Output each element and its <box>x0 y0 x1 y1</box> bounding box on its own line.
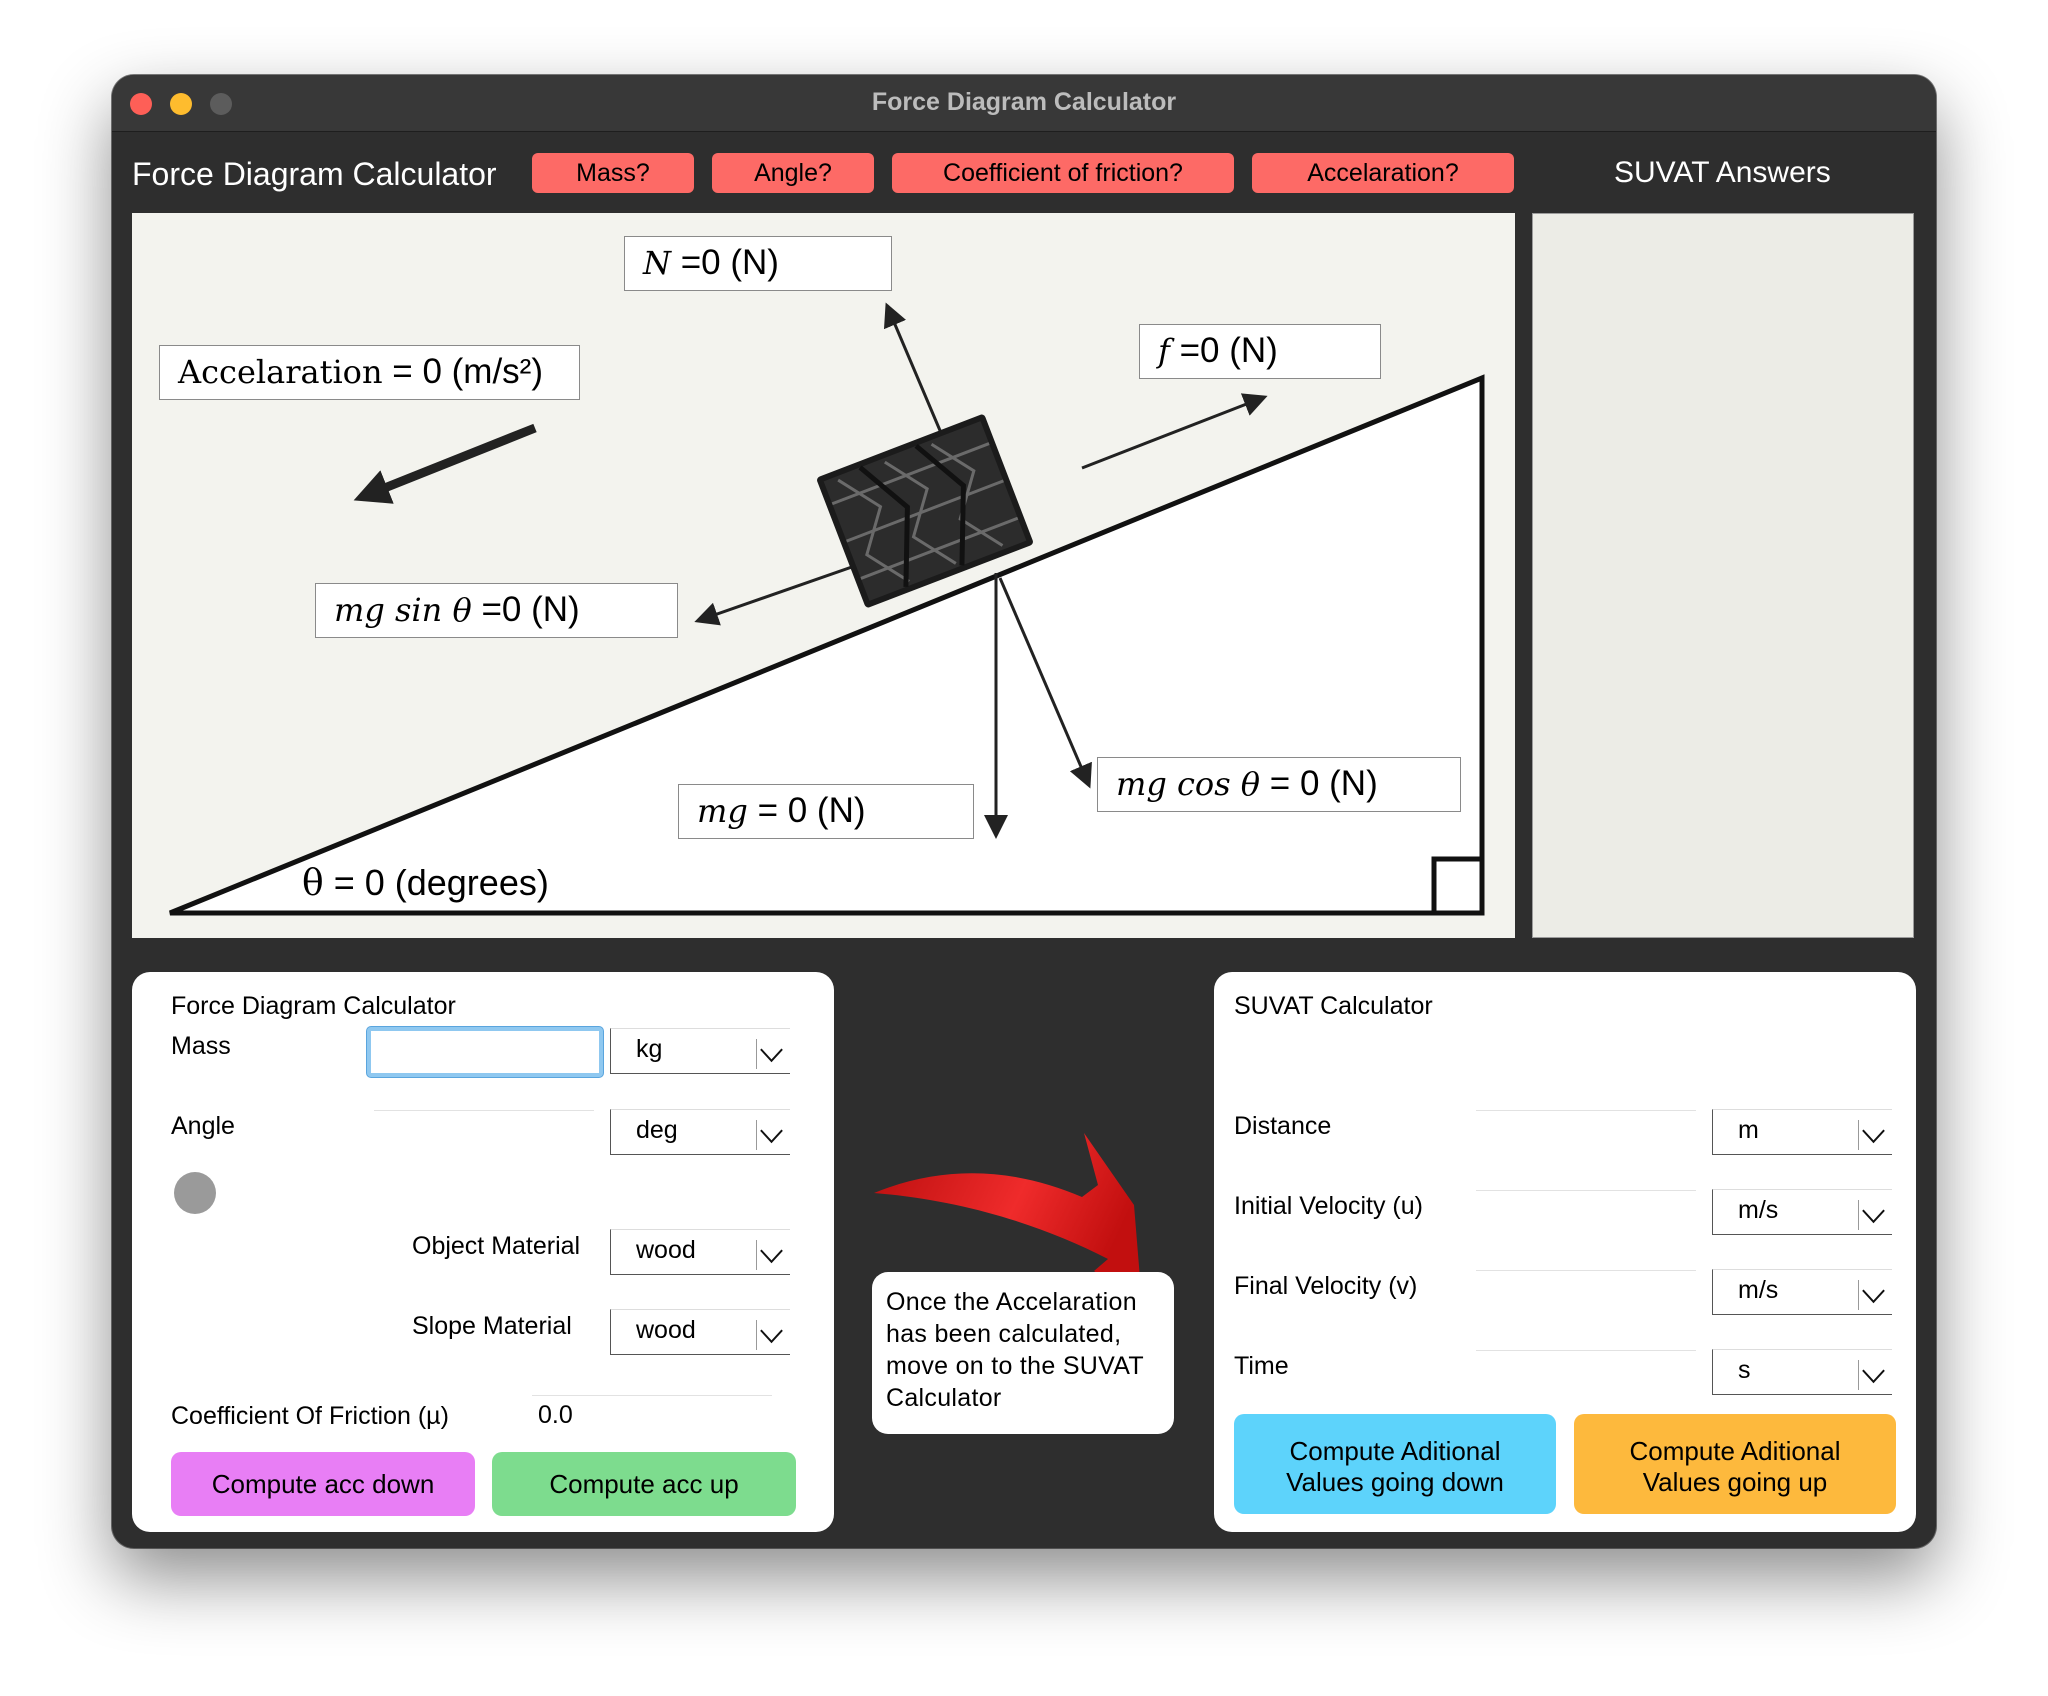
friction-coefficient-input[interactable] <box>532 1395 772 1435</box>
mg-symbol: mg <box>697 792 748 830</box>
mass-label: Mass <box>171 1032 231 1060</box>
force-diagram: N =0 (N) f =0 (N) Accelaration = 0 (m/s²… <box>132 213 1515 938</box>
theta-label: θ = 0 (degrees) <box>302 862 549 904</box>
chevron-down-icon <box>1858 1360 1885 1390</box>
app-title: Force Diagram Calculator <box>132 156 497 192</box>
angle-question-button[interactable]: Angle? <box>712 153 874 193</box>
normal-symbol: N <box>643 244 671 282</box>
force-card-title: Force Diagram Calculator <box>171 992 456 1020</box>
title-bar: Force Diagram Calculator <box>112 75 1936 132</box>
distance-input[interactable] <box>1476 1110 1696 1150</box>
distance-unit-value: m <box>1738 1116 1759 1144</box>
acceleration-question-button[interactable]: Accelaration? <box>1252 153 1514 193</box>
initial-velocity-unit-select[interactable]: m/s <box>1712 1189 1892 1235</box>
initial-velocity-label: Initial Velocity (u) <box>1234 1192 1423 1220</box>
compute-acc-down-button[interactable]: Compute acc down <box>171 1452 475 1516</box>
slope-material-label: Slope Material <box>412 1312 572 1340</box>
compute-acc-up-button[interactable]: Compute acc up <box>492 1452 796 1516</box>
force-calculator-card: Force Diagram Calculator Mass kg Angle d… <box>132 972 834 1532</box>
initial-velocity-unit-value: m/s <box>1738 1196 1779 1224</box>
angle-unit-value: deg <box>636 1116 678 1144</box>
mass-unit-value: kg <box>636 1035 663 1063</box>
initial-velocity-input[interactable] <box>1476 1190 1696 1230</box>
mg-cos-value: = 0 (N) <box>1269 764 1378 803</box>
final-velocity-label: Final Velocity (v) <box>1234 1272 1418 1300</box>
mg-value: = 0 (N) <box>757 791 866 830</box>
chevron-down-icon <box>1858 1200 1885 1230</box>
mg-label: mg = 0 (N) <box>678 784 974 839</box>
chevron-down-icon <box>756 1320 783 1350</box>
normal-arrow <box>883 302 949 448</box>
final-velocity-input[interactable] <box>1476 1270 1696 1310</box>
mg-sin-symbol: mg sin θ <box>334 591 472 629</box>
angle-label: Angle <box>171 1112 235 1140</box>
acceleration-arrow <box>353 423 537 504</box>
instruction-note: Once the Accelaration has been calculate… <box>872 1272 1174 1434</box>
slope-material-value: wood <box>636 1316 696 1344</box>
mg-sin-value: =0 (N) <box>481 590 580 629</box>
suvat-answers-panel <box>1532 213 1914 938</box>
radio-button[interactable] <box>174 1172 216 1214</box>
chevron-down-icon <box>1858 1280 1885 1310</box>
friction-symbol: f <box>1158 332 1170 370</box>
acceleration-symbol: Accelaration <box>178 353 383 391</box>
friction-force-label: f =0 (N) <box>1139 324 1381 379</box>
mg-sin-label: mg sin θ =0 (N) <box>315 583 678 638</box>
suvat-answers-title: SUVAT Answers <box>1614 156 1831 189</box>
acceleration-label: Accelaration = 0 (m/s²) <box>159 345 580 400</box>
angle-input[interactable] <box>374 1110 594 1150</box>
suvat-calculator-card: SUVAT Calculator Distance m Initial Velo… <box>1214 972 1916 1532</box>
chevron-down-icon <box>756 1240 783 1270</box>
time-unit-select[interactable]: s <box>1712 1349 1892 1395</box>
distance-unit-select[interactable]: m <box>1712 1109 1892 1155</box>
friction-value: =0 (N) <box>1179 331 1278 370</box>
object-material-value: wood <box>636 1236 696 1264</box>
final-velocity-unit-select[interactable]: m/s <box>1712 1269 1892 1315</box>
chevron-down-icon <box>1858 1120 1885 1150</box>
time-label: Time <box>1234 1352 1289 1380</box>
friction-question-button[interactable]: Coefficient of friction? <box>892 153 1234 193</box>
acceleration-value: = 0 (m/s²) <box>392 352 543 391</box>
slope-material-select[interactable]: wood <box>610 1309 790 1355</box>
time-unit-value: s <box>1738 1356 1751 1384</box>
object-material-label: Object Material <box>412 1232 581 1260</box>
normal-value: =0 (N) <box>680 243 779 282</box>
mass-unit-select[interactable]: kg <box>610 1028 790 1074</box>
friction-arrow <box>1081 393 1268 470</box>
chevron-down-icon <box>756 1120 783 1150</box>
window-title: Force Diagram Calculator <box>871 88 1177 116</box>
angle-unit-select[interactable]: deg <box>610 1109 790 1155</box>
chevron-down-icon <box>756 1039 783 1069</box>
final-velocity-unit-value: m/s <box>1738 1276 1779 1304</box>
mg-cos-symbol: mg cos θ <box>1116 765 1261 803</box>
mg-cos-label: mg cos θ = 0 (N) <box>1097 757 1461 812</box>
theta-symbol: θ <box>302 863 324 904</box>
mass-input[interactable] <box>367 1027 603 1077</box>
mass-question-button[interactable]: Mass? <box>532 153 694 193</box>
app-window: Force Diagram Calculator Force Diagram C… <box>112 75 1936 1548</box>
normal-force-label: N =0 (N) <box>624 236 892 291</box>
friction-coefficient-label: Coefficient Of Friction (µ) <box>171 1402 449 1430</box>
object-material-select[interactable]: wood <box>610 1229 790 1275</box>
suvat-card-title: SUVAT Calculator <box>1234 992 1433 1020</box>
distance-label: Distance <box>1234 1112 1332 1140</box>
time-input[interactable] <box>1476 1350 1696 1390</box>
suvat-compute-up-button[interactable]: Compute Aditional Values going up <box>1574 1414 1896 1514</box>
suvat-compute-down-button[interactable]: Compute Aditional Values going down <box>1234 1414 1556 1514</box>
theta-value: = 0 (degrees) <box>333 862 549 903</box>
